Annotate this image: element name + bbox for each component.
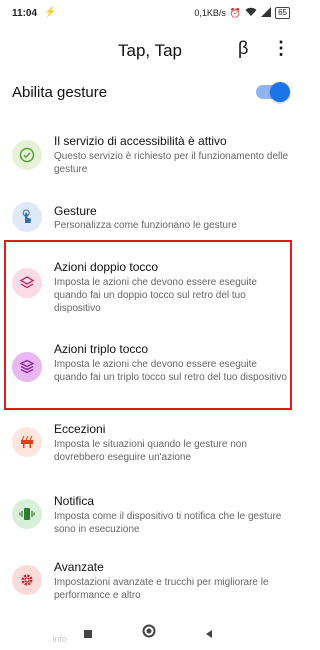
list-item-notification[interactable]: Notifica Imposta come il dispositivo ti …: [0, 494, 300, 540]
item-title: Azioni triplo tocco: [54, 342, 149, 356]
app-title: Tap, Tap: [118, 41, 182, 60]
status-time: 11:04: [12, 8, 38, 19]
battery-icon: 65: [275, 7, 290, 19]
alarm-icon: ⏰: [229, 7, 242, 18]
signal-icon: [261, 7, 272, 19]
item-description: Imposta come il dispositivo ti notifica …: [54, 511, 282, 535]
status-right: 0,1KB/s ⏰ 65: [194, 7, 290, 19]
enable-gestures-label: Abilita gesture: [12, 84, 108, 101]
beta-button[interactable]: β: [238, 38, 248, 59]
item-title: Notifica: [54, 494, 95, 508]
system-nav-bar: [0, 616, 300, 650]
back-button[interactable]: [204, 626, 214, 644]
list-item-triple-tap[interactable]: Azioni triplo tocco Imposta le azioni ch…: [0, 340, 300, 410]
item-title: Gesture: [54, 204, 97, 218]
item-title: Eccezioni: [54, 422, 106, 436]
touch-icon: [12, 202, 42, 232]
item-title: Avanzate: [54, 560, 104, 574]
item-title: Il servizio di accessibilità è attivo: [54, 134, 227, 148]
item-description: Impostazioni avanzate e trucchi per migl…: [54, 577, 269, 601]
layers-icon: [12, 268, 42, 298]
status-bar: 11:04 ⚡ 0,1KB/s ⏰ 65: [0, 0, 300, 26]
list-item-double-tap[interactable]: Azioni doppio tocco Imposta le azioni ch…: [0, 256, 300, 326]
vibration-icon: [12, 499, 42, 529]
item-description: Questo servizio è richiesto per il funzi…: [54, 151, 289, 175]
bolt-icon: ⚡: [44, 7, 57, 18]
switch-knob: [270, 82, 290, 102]
home-button[interactable]: [142, 624, 156, 643]
list-item-gestures[interactable]: Gesture Personalizza come funzionano le …: [0, 202, 300, 242]
exception-icon: [12, 427, 42, 457]
wifi-icon: [245, 7, 257, 19]
gear-icon: [12, 565, 42, 595]
list-item-accessibility[interactable]: Il servizio di accessibilità è attivo Qu…: [0, 134, 300, 194]
item-description: Imposta le azioni che devono essere eseg…: [54, 277, 257, 314]
check-circle-icon: [12, 140, 42, 170]
enable-gestures-switch[interactable]: [256, 82, 290, 102]
list-item-exceptions[interactable]: Eccezioni Imposta le situazioni quando l…: [0, 422, 300, 468]
item-description: Imposta le azioni che devono essere eseg…: [54, 359, 287, 383]
recents-button[interactable]: [83, 626, 93, 644]
item-description: Imposta le situazioni quando le gesture …: [54, 439, 247, 463]
layers-triple-icon: [12, 352, 42, 382]
network-speed: 0,1KB/s: [194, 8, 226, 18]
item-title: Azioni doppio tocco: [54, 260, 159, 274]
enable-gestures-row[interactable]: Abilita gesture: [12, 80, 290, 106]
list-item-advanced[interactable]: Avanzate Impostazioni avanzate e trucchi…: [0, 560, 300, 606]
more-vert-icon[interactable]: ⋮: [272, 38, 290, 59]
item-description: Personalizza come funzionano le gesture: [54, 220, 237, 231]
app-bar: Tap, Tap β ⋮: [0, 36, 300, 66]
